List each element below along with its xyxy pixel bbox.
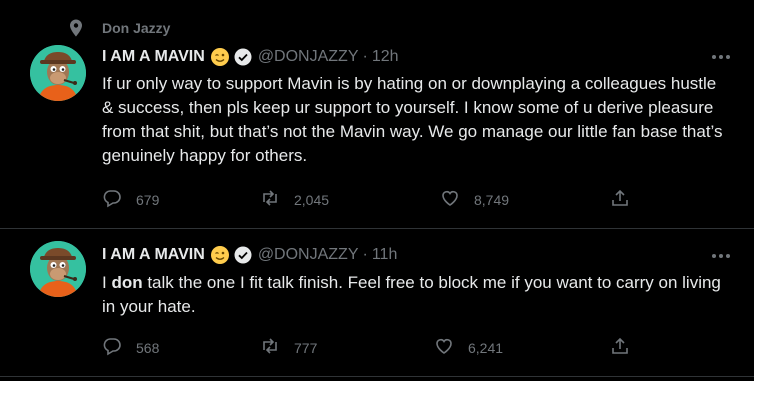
display-name[interactable]: I AM A MAVIN: [102, 48, 205, 66]
timestamp[interactable]: 12h: [372, 48, 399, 66]
reply-button[interactable]: 568: [102, 336, 159, 359]
separator-dot: ·: [362, 246, 368, 263]
timeline: Don Jazzy I AM A MAVIN @DONJAZZY · 12h I…: [0, 0, 754, 381]
like-count: 8,749: [474, 191, 510, 208]
tweet-header: I AM A MAVIN @DONJAZZY · 12h: [102, 47, 399, 67]
share-button[interactable]: [610, 336, 630, 359]
tweet-text: I don talk the one I fit talk finish. Fe…: [102, 271, 732, 319]
share-icon: [610, 188, 630, 211]
verified-badge-icon[interactable]: [234, 246, 252, 264]
like-count: 6,241: [468, 339, 504, 356]
like-button[interactable]: 6,241: [434, 336, 503, 359]
reply-button[interactable]: 679: [102, 188, 159, 211]
more-horizontal-icon[interactable]: [710, 48, 732, 66]
heart-icon: [434, 336, 454, 359]
retweet-count: 777: [294, 339, 318, 356]
reply-icon: [102, 336, 122, 359]
share-button[interactable]: [610, 188, 630, 211]
heart-icon: [440, 188, 460, 211]
timestamp[interactable]: 11h: [372, 246, 398, 264]
verified-badge-icon[interactable]: [234, 48, 252, 66]
winking-face-icon: [210, 47, 230, 67]
tweet-header: I AM A MAVIN @DONJAZZY · 11h: [102, 245, 397, 265]
winking-face-icon: [210, 245, 230, 265]
like-button[interactable]: 8,749: [440, 188, 509, 211]
more-horizontal-icon[interactable]: [710, 247, 732, 265]
tweet-text-bold: don: [111, 273, 143, 292]
retweet-button[interactable]: 777: [260, 336, 317, 359]
display-name[interactable]: I AM A MAVIN: [102, 246, 205, 264]
retweet-icon: [260, 188, 280, 211]
location-pin-icon: [66, 18, 86, 38]
tweet[interactable]: I AM A MAVIN @DONJAZZY · 11h I don talk …: [0, 229, 754, 377]
user-handle[interactable]: @DONJAZZY: [258, 48, 359, 66]
tweet-text-rest: talk the one I fit talk finish. Feel fre…: [102, 273, 721, 316]
reply-count: 679: [136, 191, 160, 208]
tweet-text: If ur only way to support Mavin is by ha…: [102, 74, 723, 165]
separator-dot: ·: [362, 48, 368, 65]
tweet-actions: 679 2,045 8,749: [102, 188, 642, 212]
tweet[interactable]: Don Jazzy I AM A MAVIN @DONJAZZY · 12h I…: [0, 0, 754, 229]
pinned-context: Don Jazzy: [66, 18, 170, 38]
avatar[interactable]: [30, 45, 86, 101]
pinned-context-label[interactable]: Don Jazzy: [102, 20, 170, 36]
user-handle[interactable]: @DONJAZZY: [258, 246, 359, 264]
retweet-button[interactable]: 2,045: [260, 188, 329, 211]
reply-count: 568: [136, 339, 160, 356]
share-icon: [610, 336, 630, 359]
tweet-actions: 568 777 6,241: [102, 336, 642, 360]
retweet-icon: [260, 336, 280, 359]
avatar[interactable]: [30, 241, 86, 297]
reply-icon: [102, 188, 122, 211]
retweet-count: 2,045: [294, 191, 330, 208]
